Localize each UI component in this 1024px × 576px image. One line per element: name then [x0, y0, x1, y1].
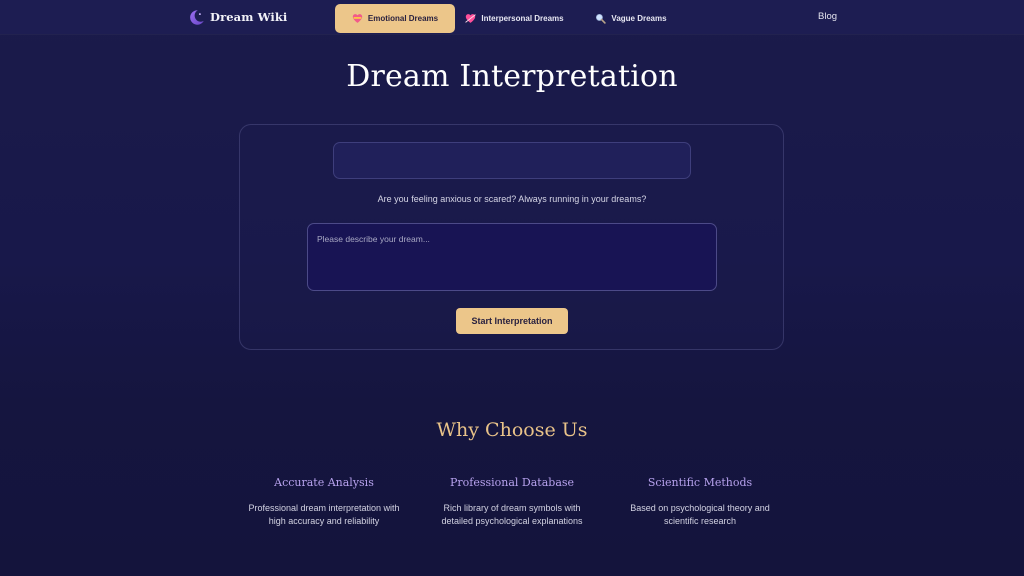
nav-blog-link[interactable]: Blog	[818, 11, 837, 22]
feature-title: Scientific Methods	[647, 476, 753, 489]
tab-interpersonal-dreams[interactable]: Interpersonal Dreams	[458, 4, 571, 33]
dream-prompt-text: Are you feeling anxious or scared? Alway…	[377, 194, 647, 204]
feature-description: Rich library of dream symbols with detail…	[422, 502, 602, 528]
tab-label: Vague Dreams	[611, 14, 667, 23]
tab-label: Interpersonal Dreams	[481, 14, 564, 23]
heart-ribbon-icon	[352, 14, 363, 23]
start-interpretation-button[interactable]: Start Interpretation	[456, 308, 568, 334]
magnifier-icon	[596, 13, 607, 24]
brand-link[interactable]: Dream Wiki	[188, 8, 287, 26]
why-choose-us-title: Why Choose Us	[436, 419, 588, 441]
feature-description-line-2: detailed psychological explanations	[441, 516, 583, 526]
dream-type-tabs	[333, 142, 691, 179]
heart-arrow-icon	[465, 14, 477, 23]
feature-description: Based on psychological theory and scienti…	[610, 502, 790, 528]
feature-description-line-2: high accuracy and reliability	[268, 516, 380, 526]
tab-label: Emotional Dreams	[367, 14, 439, 23]
feature-scientific-methods: Scientific Methods Based on psychologica…	[610, 476, 790, 528]
tab-vague-dreams[interactable]: Vague Dreams	[574, 4, 688, 33]
crescent-moon-icon	[190, 9, 204, 25]
feature-title: Accurate Analysis	[274, 476, 374, 489]
feature-description: Professional dream interpretation with hi…	[234, 502, 414, 528]
feature-description-line-2: scientific research	[663, 516, 737, 526]
feature-description-line-1: Professional dream interpretation with	[248, 503, 400, 513]
tab-emotional-dreams[interactable]: Emotional Dreams	[335, 4, 455, 33]
feature-description-line-1: Rich library of dream symbols with	[443, 503, 581, 513]
feature-title: Professional Database	[449, 476, 575, 489]
feature-professional-database: Professional Database Rich library of dr…	[422, 476, 602, 528]
brand-name: Dream Wiki	[210, 10, 288, 24]
dream-description-input[interactable]	[307, 223, 717, 291]
feature-accurate-analysis: Accurate Analysis Professional dream int…	[234, 476, 414, 528]
page-title: Dream Interpretation	[346, 59, 678, 94]
feature-description-line-1: Based on psychological theory and	[630, 503, 770, 513]
